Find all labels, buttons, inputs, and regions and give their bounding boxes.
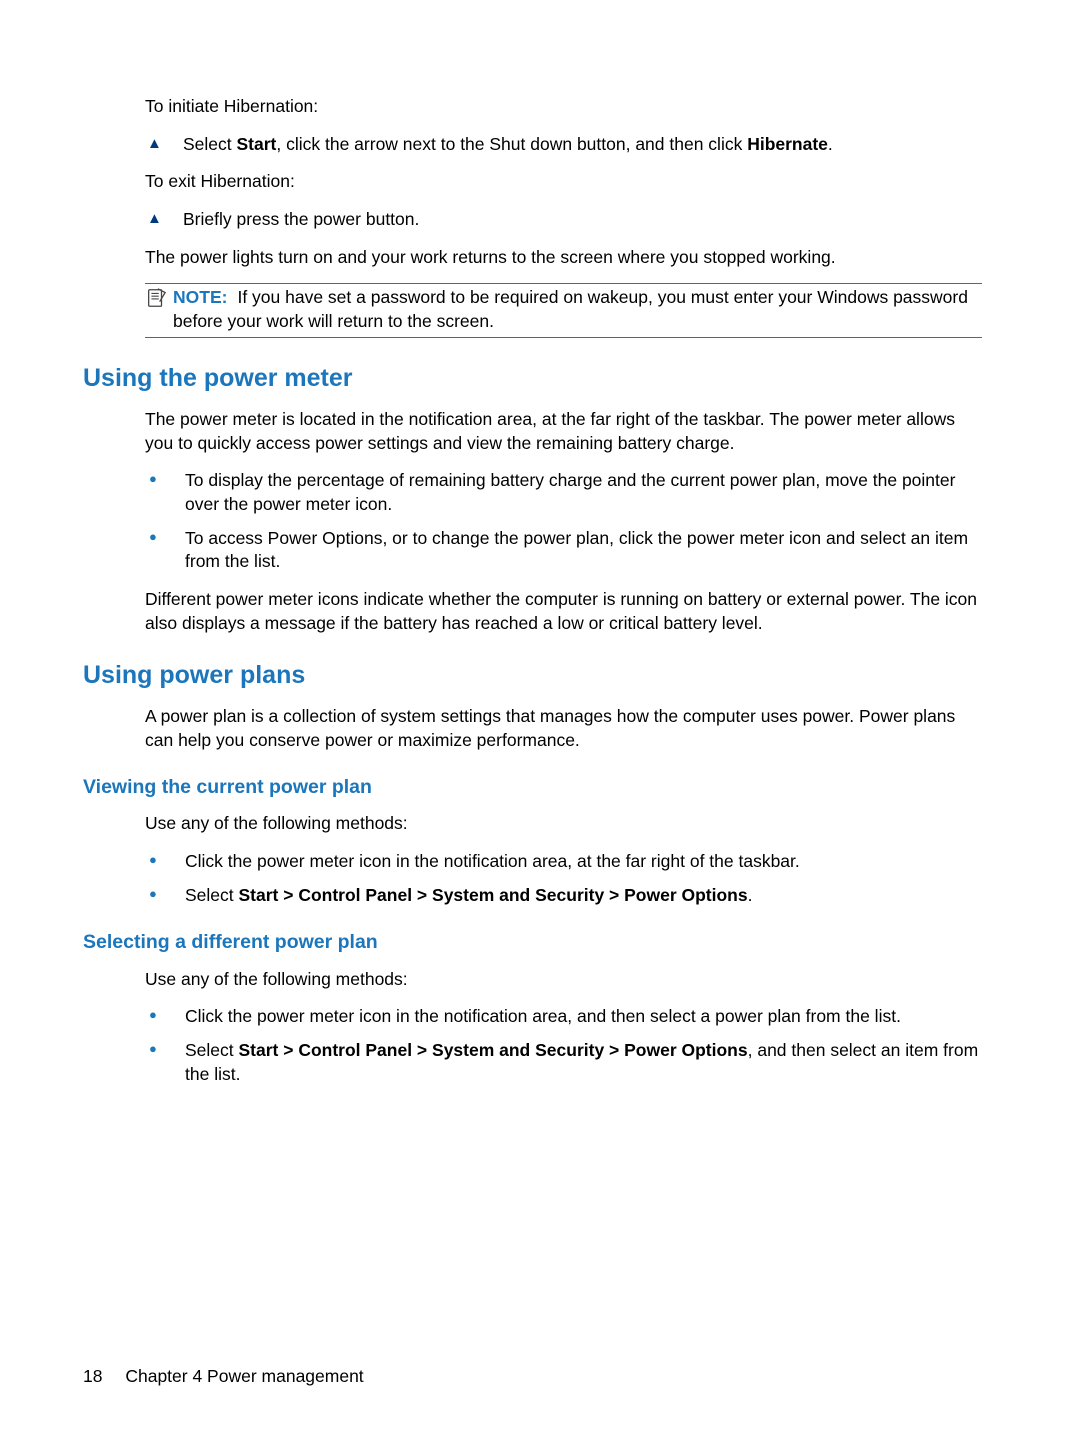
heading-selecting-plan: Selecting a different power plan <box>83 929 982 955</box>
list-item: ● Click the power meter icon in the noti… <box>145 850 982 874</box>
exit-step-text: Briefly press the power button. <box>183 208 982 232</box>
bullet-text: Click the power meter icon in the notifi… <box>185 850 982 874</box>
note-callout: NOTE:If you have set a password to be re… <box>145 283 982 338</box>
initiate-step-text: Select Start, click the arrow next to th… <box>183 133 982 157</box>
power-meter-section: The power meter is located in the notifi… <box>145 408 982 635</box>
bullet-icon: ● <box>145 1005 185 1026</box>
heading-viewing-plan: Viewing the current power plan <box>83 774 982 800</box>
hibernation-section: To initiate Hibernation: ▲ Select Start,… <box>145 95 982 338</box>
step-item: ▲ Select Start, click the arrow next to … <box>145 133 982 157</box>
triangle-up-icon: ▲ <box>145 133 183 154</box>
bullet-text: To access Power Options, or to change th… <box>185 527 982 574</box>
heading-power-meter: Using the power meter <box>83 362 982 396</box>
initiate-step-list: ▲ Select Start, click the arrow next to … <box>145 133 982 157</box>
note-icon <box>145 286 173 309</box>
page-footer: 18 Chapter 4 Power management <box>83 1365 364 1389</box>
note-label: NOTE: <box>173 287 227 307</box>
document-page: To initiate Hibernation: ▲ Select Start,… <box>0 0 1080 1437</box>
heading-power-plans: Using power plans <box>83 659 982 693</box>
bullet-icon: ● <box>145 850 185 871</box>
initiate-hibernation-label: To initiate Hibernation: <box>145 95 982 119</box>
chapter-label: Chapter 4 Power management <box>125 1366 363 1386</box>
exit-hibernation-label: To exit Hibernation: <box>145 170 982 194</box>
selecting-section: Use any of the following methods: ● Clic… <box>145 968 982 1087</box>
power-meter-p1: The power meter is located in the notifi… <box>145 408 982 455</box>
bullet-icon: ● <box>145 527 185 548</box>
bullet-icon: ● <box>145 1039 185 1060</box>
note-text: NOTE:If you have set a password to be re… <box>173 286 982 333</box>
bullet-text: Click the power meter icon in the notifi… <box>185 1005 982 1029</box>
page-number: 18 <box>83 1366 102 1386</box>
bullet-text: Select Start > Control Panel > System an… <box>185 884 982 908</box>
list-item: ● To access Power Options, or to change … <box>145 527 982 574</box>
resume-text: The power lights turn on and your work r… <box>145 246 982 270</box>
bullet-icon: ● <box>145 469 185 490</box>
power-meter-p2: Different power meter icons indicate whe… <box>145 588 982 635</box>
bullet-text: Select Start > Control Panel > System an… <box>185 1039 982 1086</box>
list-item: ● Select Start > Control Panel > System … <box>145 1039 982 1086</box>
power-meter-bullets: ● To display the percentage of remaining… <box>145 469 982 574</box>
exit-step-list: ▲ Briefly press the power button. <box>145 208 982 232</box>
triangle-up-icon: ▲ <box>145 208 183 229</box>
power-plans-p1: A power plan is a collection of system s… <box>145 705 982 752</box>
list-item: ● Select Start > Control Panel > System … <box>145 884 982 908</box>
list-item: ● To display the percentage of remaining… <box>145 469 982 516</box>
selecting-p1: Use any of the following methods: <box>145 968 982 992</box>
viewing-p1: Use any of the following methods: <box>145 812 982 836</box>
bullet-icon: ● <box>145 884 185 905</box>
viewing-section: Use any of the following methods: ● Clic… <box>145 812 982 907</box>
bullet-text: To display the percentage of remaining b… <box>185 469 982 516</box>
viewing-bullets: ● Click the power meter icon in the noti… <box>145 850 982 907</box>
power-plans-section: A power plan is a collection of system s… <box>145 705 982 752</box>
selecting-bullets: ● Click the power meter icon in the noti… <box>145 1005 982 1086</box>
list-item: ● Click the power meter icon in the noti… <box>145 1005 982 1029</box>
step-item: ▲ Briefly press the power button. <box>145 208 982 232</box>
